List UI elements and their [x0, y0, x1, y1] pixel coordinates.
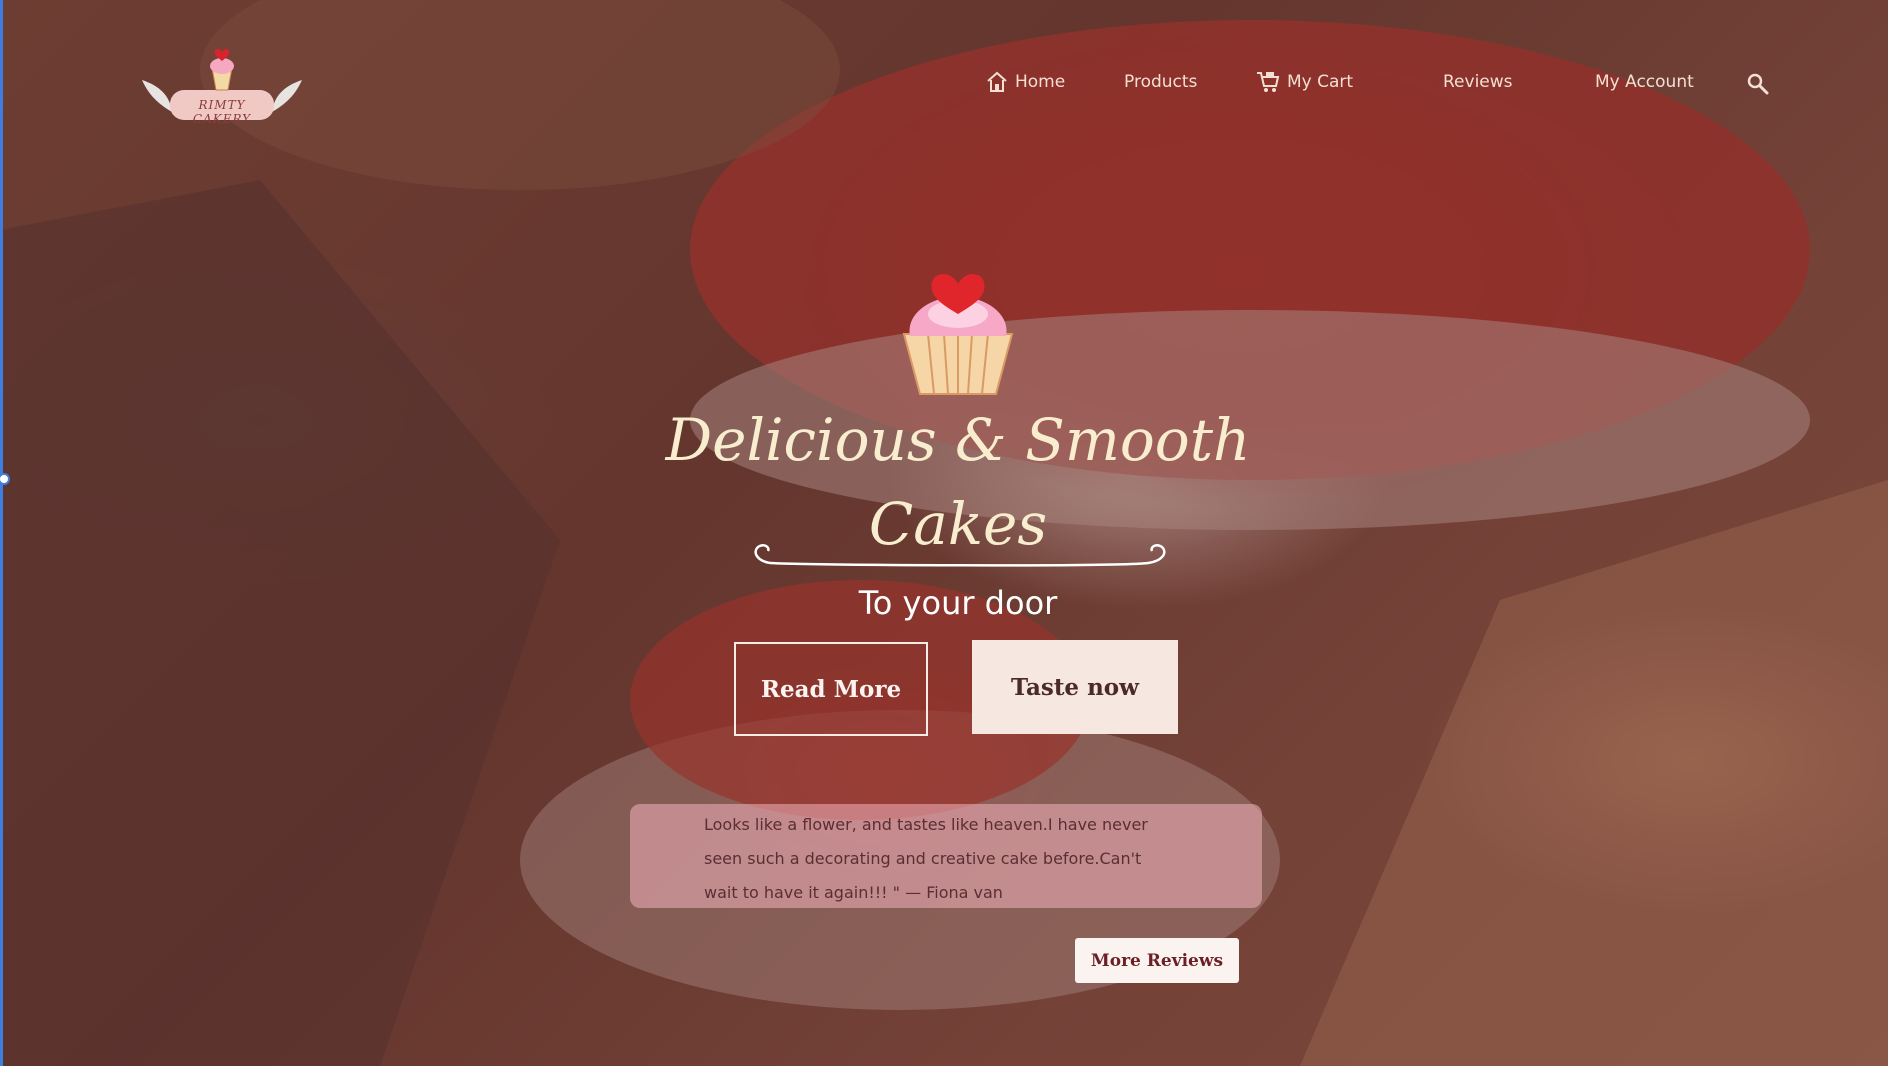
title-underline-flourish — [754, 544, 1166, 567]
taste-now-button[interactable]: Taste now — [972, 640, 1178, 734]
nav-account[interactable]: My Account — [1595, 68, 1694, 96]
nav-cart-label: My Cart — [1287, 72, 1354, 92]
search-button[interactable] — [1746, 70, 1770, 98]
cart-icon — [1255, 69, 1281, 95]
viewport-edge — [0, 0, 3, 1066]
nav-home-label: Home — [1015, 72, 1066, 92]
nav-products-label: Products — [1124, 72, 1198, 92]
cupcake-icon — [898, 264, 1018, 398]
logo-text: RIMTY CAKERY — [192, 98, 252, 126]
read-more-button[interactable]: Read More — [734, 642, 928, 736]
nav-home[interactable]: Home — [985, 68, 1065, 96]
hero-subtitle: To your door — [858, 584, 1058, 622]
brand-logo[interactable]: RIMTY CAKERY — [140, 46, 304, 126]
review-text: Looks like a flower, and tastes like hea… — [704, 815, 1148, 902]
review-card: Looks like a flower, and tastes like hea… — [630, 804, 1262, 908]
nav-reviews-label: Reviews — [1443, 72, 1513, 92]
search-icon — [1746, 72, 1770, 96]
nav-products[interactable]: Products — [1124, 68, 1197, 96]
more-reviews-button[interactable]: More Reviews — [1075, 938, 1239, 983]
home-icon — [985, 70, 1009, 94]
nav-cart[interactable]: My Cart — [1255, 68, 1353, 96]
nav-reviews[interactable]: Reviews — [1443, 68, 1513, 96]
hero-title-line1: Delicious & Smooth — [665, 406, 1251, 474]
nav-account-label: My Account — [1595, 72, 1694, 92]
